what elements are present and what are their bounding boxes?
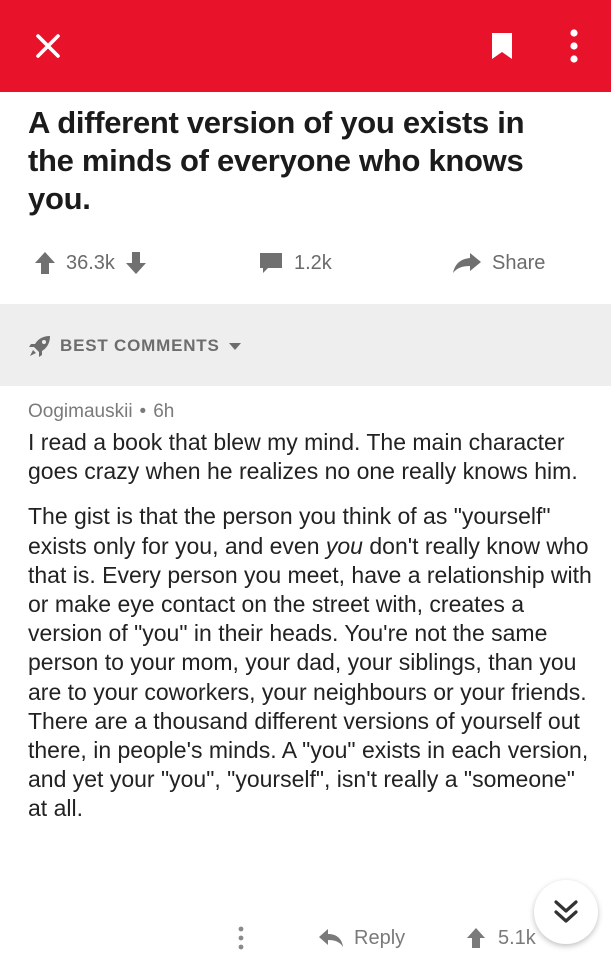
comments-sort-bar: BEST COMMENTS <box>0 304 611 386</box>
bookmark-icon <box>492 33 512 59</box>
post-vote-group: 36.3k <box>34 240 147 286</box>
comment-more-button[interactable] <box>238 920 244 956</box>
comment-actions: Reply 5.1k <box>0 918 611 958</box>
downvote-icon[interactable] <box>125 251 147 275</box>
upvote-icon[interactable] <box>34 251 56 275</box>
reply-icon <box>319 929 343 947</box>
share-icon <box>453 253 481 273</box>
comment-paragraph: I read a book that blew my mind. The mai… <box>28 429 578 485</box>
meta-separator: • <box>139 401 147 422</box>
comment-paragraph: The gist is that the person you think of… <box>28 502 600 823</box>
comments-count: 1.2k <box>294 251 332 274</box>
comment-text: don't really know who that is. Every per… <box>28 532 592 822</box>
sort-label: BEST COMMENTS <box>60 336 220 355</box>
post-title: A different version of you exists in the… <box>28 105 525 216</box>
comment-icon <box>260 253 282 273</box>
comment-author[interactable]: Oogimauskii <box>28 401 133 423</box>
share-button[interactable]: Share <box>452 240 555 286</box>
more-vertical-icon <box>570 29 578 63</box>
comment-vote-group: 5.1k <box>466 920 536 956</box>
reply-button[interactable]: Reply <box>318 920 405 956</box>
next-comment-button[interactable] <box>534 880 598 944</box>
reply-label: Reply <box>354 926 406 949</box>
comment-time: 6h <box>153 401 175 422</box>
share-label: Share <box>492 251 546 274</box>
more-options-button[interactable] <box>556 24 592 68</box>
post-actions: 36.3k 1.2k Share <box>0 240 611 286</box>
comments-button[interactable]: 1.2k <box>258 240 342 286</box>
comment-body: I read a book that blew my mind. The mai… <box>28 428 600 824</box>
comment-meta: Oogimauskii • 6h <box>28 398 174 426</box>
sort-comments-button[interactable]: BEST COMMENTS <box>28 326 242 366</box>
more-vertical-icon <box>238 926 244 950</box>
comment-score: 5.1k <box>498 926 536 949</box>
caret-down-icon <box>228 343 241 350</box>
close-icon <box>36 34 60 58</box>
rocket-icon <box>29 336 50 357</box>
upvote-icon[interactable] <box>466 927 486 949</box>
post-score: 36.3k <box>66 251 115 274</box>
close-button[interactable] <box>28 26 68 66</box>
bookmark-button[interactable] <box>484 28 520 64</box>
app-bar <box>0 0 611 92</box>
double-chevron-down-icon <box>554 900 578 923</box>
comment-emphasis: you <box>325 532 363 559</box>
